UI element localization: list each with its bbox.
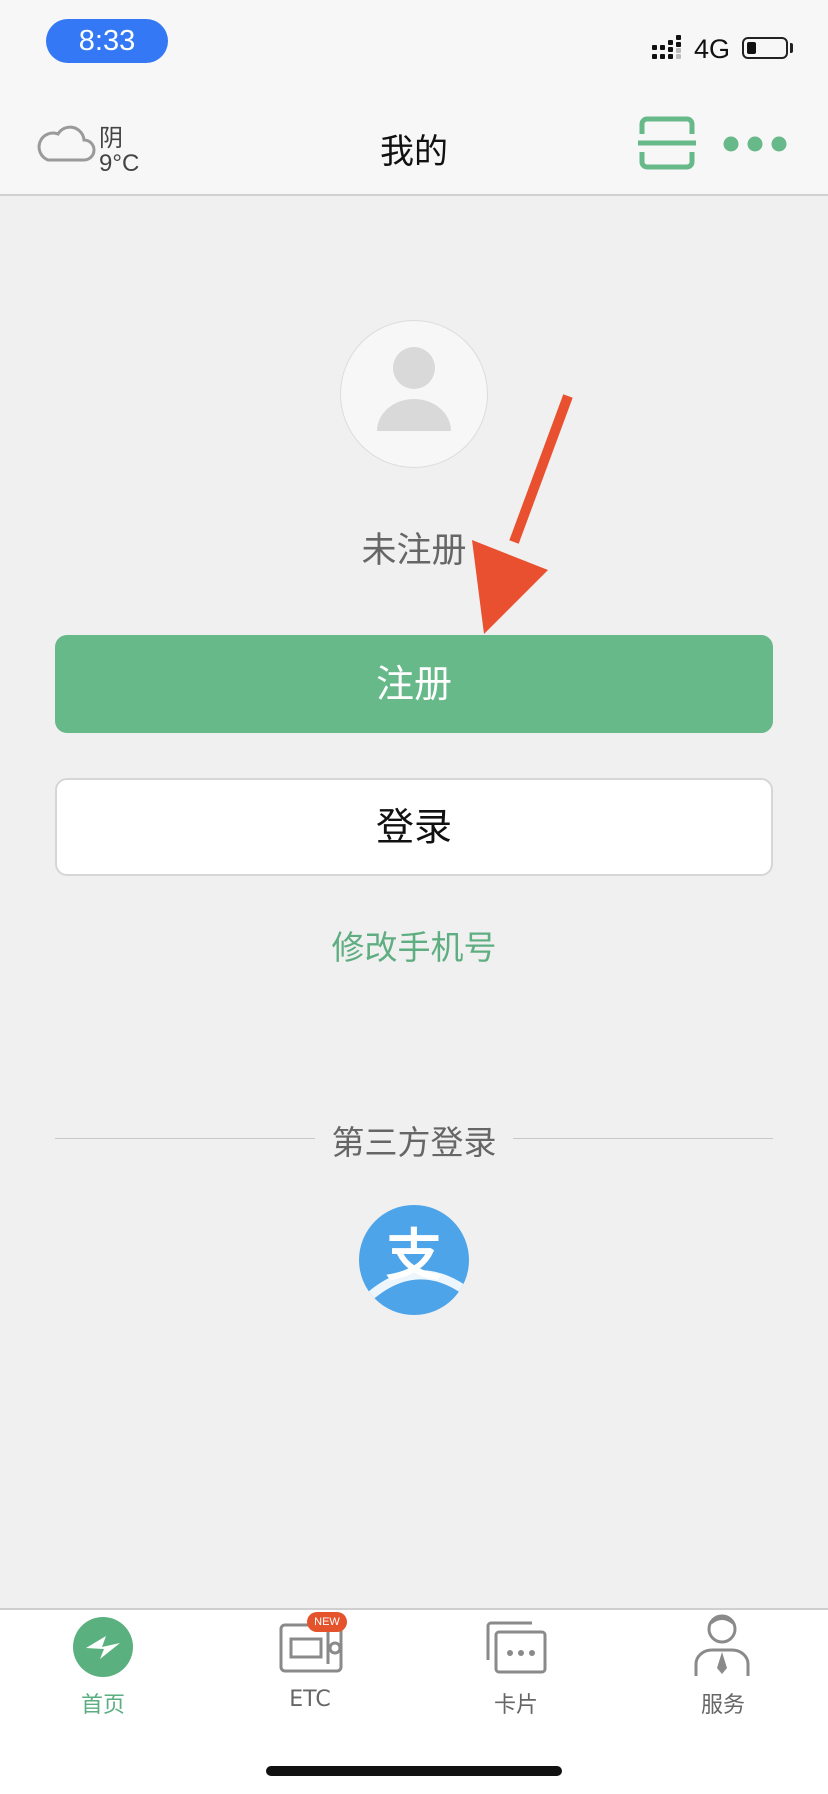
- registration-status: 未注册: [361, 531, 467, 571]
- more-dots-icon[interactable]: [722, 134, 788, 154]
- cards-icon[interactable]: [484, 1620, 548, 1676]
- page-title: 我的: [380, 132, 448, 172]
- status-time: 8:33: [46, 19, 168, 63]
- new-badge: NEW: [307, 1612, 347, 1632]
- third-party-login-label: 第三方登录: [331, 1123, 497, 1162]
- tab-service[interactable]: 服务: [623, 1687, 823, 1719]
- home-indicator: [266, 1766, 562, 1776]
- change-phone-link[interactable]: 修改手机号: [0, 921, 828, 969]
- register-button[interactable]: 注册: [55, 635, 773, 733]
- tab-etc[interactable]: ETC: [210, 1687, 410, 1712]
- battery-tip: [790, 43, 793, 53]
- tab-home[interactable]: 首页: [3, 1687, 203, 1719]
- annotation-arrow-icon: [472, 394, 573, 634]
- alipay-icon[interactable]: 支: [359, 1205, 469, 1315]
- service-agent-icon[interactable]: [692, 1612, 752, 1678]
- signal-icon: [652, 35, 681, 59]
- scan-icon[interactable]: [638, 116, 696, 170]
- network-type: 4G: [694, 34, 731, 64]
- home-icon[interactable]: [73, 1617, 133, 1677]
- battery-icon: [742, 37, 788, 59]
- login-button[interactable]: 登录: [55, 778, 773, 876]
- alipay-glyph: 支: [386, 1224, 442, 1289]
- tab-cards[interactable]: 卡片: [416, 1687, 616, 1719]
